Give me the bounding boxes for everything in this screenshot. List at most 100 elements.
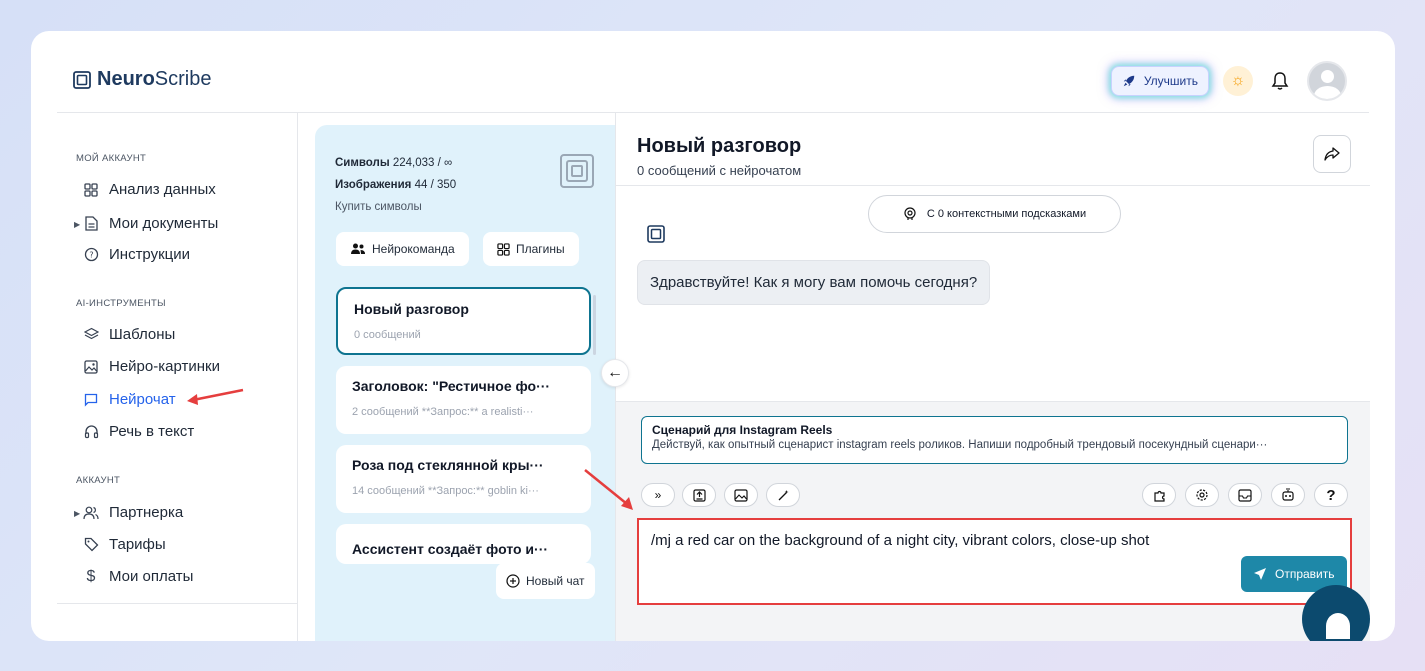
chat-item-subtitle: 2 сообщений **Запрос:** a realisti··· — [352, 406, 534, 418]
prompt-title: Сценарий для Instagram Reels — [652, 423, 833, 437]
sidebar-label-templates: Шаблоны — [109, 326, 176, 343]
logo-text-rest: Scribe — [154, 68, 212, 90]
sidebar-label-images: Нейро-картинки — [109, 358, 220, 375]
divider — [57, 603, 298, 604]
chat-list-item[interactable]: Заголовок: "Рестичное фо··· 2 сообщений … — [336, 366, 591, 434]
expand-caret-icon[interactable]: ▶ — [74, 220, 80, 229]
sidebar-item-analytics[interactable]: Анализ данных — [83, 181, 216, 198]
chat-list-panel: Символы 224,033 / ∞ Изображения 44 / 350… — [315, 125, 615, 641]
symbols-value: 224,033 / ∞ — [392, 157, 453, 169]
buy-symbols-link[interactable]: Купить символы — [335, 196, 456, 218]
chat-list-item[interactable]: Роза под стеклянной кры··· 14 сообщений … — [336, 445, 591, 513]
settings-gear-icon[interactable] — [1185, 483, 1219, 507]
chat-bubble-icon — [83, 392, 99, 408]
help-button[interactable]: ? — [1314, 483, 1348, 507]
usage-stats: Символы 224,033 / ∞ Изображения 44 / 350… — [335, 152, 456, 218]
divider — [616, 185, 1370, 186]
send-label: Отправить — [1275, 567, 1335, 581]
section-ai-tools: AI-ИНСТРУМЕНТЫ — [76, 298, 166, 309]
chevrons-down-icon[interactable]: » — [641, 483, 675, 507]
plugins-label: Плагины — [516, 242, 565, 256]
sidebar-label-documents: Мои документы — [109, 215, 219, 232]
bot-logo-icon — [647, 225, 665, 248]
magic-wand-icon[interactable] — [766, 483, 800, 507]
sidebar-item-documents[interactable]: Мои документы — [83, 215, 218, 232]
images-label: Изображения — [335, 179, 412, 191]
sidebar-item-partner[interactable]: Партнерка — [83, 504, 183, 521]
chat-list-item[interactable]: Новый разговор 0 сообщений — [336, 287, 591, 355]
sidebar-label-analytics: Анализ данных — [109, 181, 216, 198]
support-avatar-button[interactable] — [1302, 585, 1370, 641]
context-hints-button[interactable]: С 0 контекстными подсказками — [868, 195, 1121, 233]
app-logo[interactable]: Neuro Scribe — [73, 68, 212, 91]
bell-icon[interactable] — [1267, 68, 1293, 94]
sidebar-item-speech[interactable]: Речь в текст — [83, 423, 194, 440]
message-input[interactable]: /mj a red car on the background of a nig… — [651, 532, 1149, 549]
neuro-team-label: Нейрокоманда — [372, 242, 455, 256]
message-input-area[interactable]: /mj a red car on the background of a nig… — [637, 518, 1352, 605]
section-my-account: МОЙ АККАУНТ — [76, 153, 147, 164]
sidebar-label-instructions: Инструкции — [109, 246, 191, 263]
app-window: Neuro Scribe Улучшить ☼ МОЙ АККАУНТ Анал… — [31, 31, 1395, 641]
sidebar-item-chat[interactable]: Нейрочат — [83, 391, 176, 408]
chat-item-subtitle: 14 сообщений **Запрос:** goblin ki··· — [352, 485, 539, 497]
chat-list-item[interactable]: Ассистент создаёт фото и··· — [336, 524, 591, 564]
tag-icon — [83, 537, 99, 553]
chat-item-title: Ассистент создаёт фото и··· — [352, 541, 549, 557]
new-chat-button[interactable]: Новый чат — [496, 563, 595, 599]
headphones-icon — [83, 424, 99, 440]
selected-prompt-card[interactable]: Сценарий для Instagram Reels Действуй, к… — [641, 416, 1348, 464]
svg-text:?: ? — [89, 251, 93, 260]
users-icon — [83, 505, 99, 521]
chat-item-subtitle: 0 сообщений — [354, 329, 421, 341]
context-hints-label: С 0 контекстными подсказками — [926, 208, 1087, 220]
upload-icon[interactable] — [682, 483, 716, 507]
sidebar-item-templates[interactable]: Шаблоны — [83, 326, 175, 343]
logo-text-bold: Neuro — [97, 68, 155, 90]
image-icon[interactable] — [724, 483, 758, 507]
theme-toggle-sun-icon[interactable]: ☼ — [1223, 66, 1253, 96]
annotation-arrow-icon — [187, 388, 244, 405]
sidebar-label-payments: Мои оплаты — [109, 568, 194, 585]
plus-circle-icon — [506, 574, 520, 588]
sidebar-label-speech: Речь в текст — [109, 423, 195, 440]
section-account: АККАУНТ — [76, 475, 121, 486]
sidebar-item-payments[interactable]: $ Мои оплаты — [83, 567, 194, 586]
puzzle-icon[interactable] — [1142, 483, 1176, 507]
sidebar-item-tariffs[interactable]: Тарифы — [83, 536, 166, 553]
upgrade-label: Улучшить — [1143, 74, 1198, 88]
chat-item-title: Роза под стеклянной кры··· — [352, 457, 544, 473]
robot-icon[interactable] — [1271, 483, 1305, 507]
logo-icon — [73, 70, 91, 89]
top-header: Neuro Scribe Улучшить ☼ — [57, 31, 1369, 113]
share-button[interactable] — [1313, 135, 1351, 173]
sidebar-item-images[interactable]: Нейро-картинки — [83, 358, 220, 375]
chat-item-title: Заголовок: "Рестичное фо··· — [352, 378, 551, 394]
composer: Сценарий для Instagram Reels Действуй, к… — [616, 401, 1370, 641]
collapse-arrow-left-icon[interactable]: ← — [601, 359, 629, 387]
brand-logo-icon — [559, 153, 595, 194]
plugins-button[interactable]: Плагины — [483, 232, 579, 266]
new-chat-label: Новый чат — [526, 574, 585, 588]
rocket-icon — [1123, 75, 1135, 87]
expand-caret-icon[interactable]: ▶ — [74, 509, 80, 518]
user-avatar[interactable] — [1307, 61, 1347, 101]
neuro-team-button[interactable]: Нейрокоманда — [336, 232, 469, 266]
brain-icon — [904, 207, 916, 220]
sidebar-item-instructions[interactable]: ? Инструкции — [83, 246, 190, 263]
inbox-icon[interactable] — [1228, 483, 1262, 507]
chat-item-title: Новый разговор — [354, 301, 469, 317]
images-value: 44 / 350 — [414, 179, 457, 191]
send-plane-icon — [1254, 568, 1266, 580]
bot-message: Здравствуйте! Как я могу вам помочь сего… — [637, 260, 991, 305]
grid-icon — [83, 182, 99, 198]
sidebar-label-partner: Партнерка — [109, 504, 184, 521]
conversation-subtitle: 0 сообщений с нейрочатом — [637, 163, 802, 178]
sidebar: МОЙ АККАУНТ Анализ данных ▶ Мои документ… — [57, 113, 298, 641]
team-icon — [351, 243, 365, 254]
upgrade-button[interactable]: Улучшить — [1110, 66, 1209, 96]
image-icon — [83, 359, 99, 375]
chat-list-scrollbar[interactable] — [593, 295, 596, 355]
annotation-arrow-icon — [584, 469, 633, 510]
dollar-icon: $ — [86, 567, 96, 585]
